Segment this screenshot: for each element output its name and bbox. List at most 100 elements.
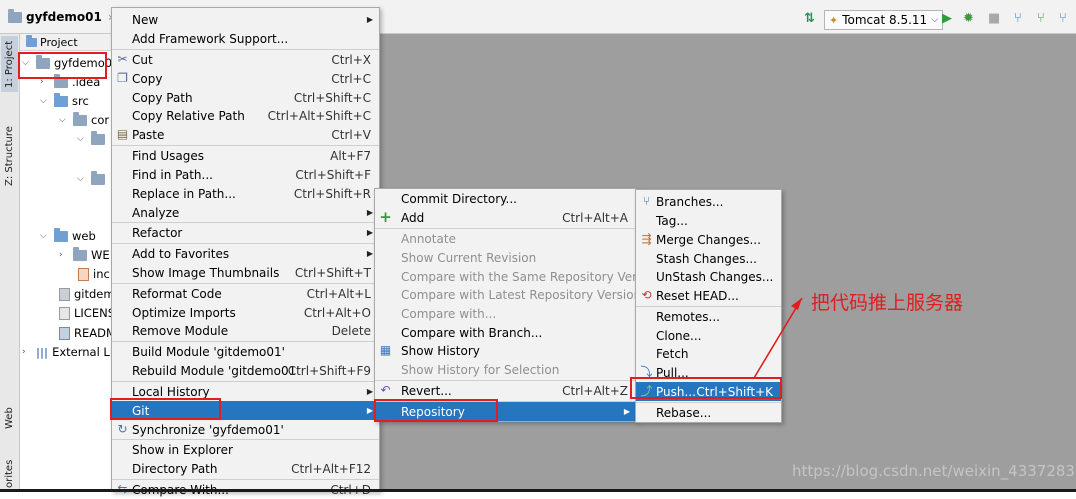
folder-icon bbox=[54, 227, 68, 242]
revert-icon: ↶ bbox=[380, 383, 391, 397]
menu-item-paste[interactable]: ▤ Paste Ctrl+V bbox=[112, 125, 379, 144]
menu-item-tag[interactable]: Tag... bbox=[636, 211, 781, 230]
menu-item-show-image-thumbnails[interactable]: Show Image Thumbnails Ctrl+Shift+T bbox=[112, 263, 379, 282]
tab-project[interactable]: 1: Project bbox=[1, 36, 18, 92]
history-icon: ▦ bbox=[379, 343, 392, 357]
tree-label: inc bbox=[93, 267, 110, 281]
folder-icon bbox=[91, 130, 105, 145]
menu-item-annotate[interactable]: Annotate bbox=[375, 229, 636, 248]
menu-item-copy[interactable]: ❐ Copy Ctrl+C bbox=[112, 69, 379, 88]
tree-node-web-inf[interactable]: › WE bbox=[59, 246, 110, 264]
chevron-down-icon: ⌵ bbox=[931, 15, 939, 25]
menu-item-cut[interactable]: ✂ Cut Ctrl+X bbox=[112, 50, 379, 69]
tree-node-external-libraries[interactable]: › ||| External Li bbox=[22, 343, 113, 361]
copy-icon: ❐ bbox=[117, 71, 128, 85]
paste-icon: ▤ bbox=[116, 127, 129, 141]
tree-label: External Li bbox=[52, 345, 114, 359]
submenu-arrow-icon: ▶ bbox=[366, 208, 373, 217]
vcs-update-icon[interactable]: ⑂ bbox=[1014, 12, 1022, 26]
tree-label: gitdem bbox=[74, 287, 115, 301]
tree-node-web[interactable]: ⌵ web bbox=[40, 227, 96, 245]
tree-node-iml[interactable]: gitdem bbox=[59, 285, 115, 303]
menu-item-synchronize[interactable]: ↻ Synchronize 'gyfdemo01' bbox=[112, 420, 379, 439]
menu-item-show-history[interactable]: ▦ Show History bbox=[375, 341, 636, 360]
run-icon[interactable]: ▶ bbox=[942, 12, 952, 26]
git-submenu: Commit Directory... + Add Ctrl+Alt+A Annot… bbox=[374, 188, 662, 422]
chevron-down-icon: ⌵ bbox=[77, 174, 84, 184]
menu-item-find-usages[interactable]: Find Usages Alt+F7 bbox=[112, 146, 379, 165]
menu-item-reformat-code[interactable]: Reformat Code Ctrl+Alt+L bbox=[112, 284, 379, 303]
menu-item-new[interactable]: New ▶ bbox=[112, 10, 379, 29]
tree-label: LICENS bbox=[74, 306, 115, 320]
tree-label: READM bbox=[74, 326, 116, 340]
menu-item-commit-directory[interactable]: Commit Directory... bbox=[375, 189, 636, 208]
menu-item-remove-module[interactable]: Remove Module Delete bbox=[112, 321, 379, 340]
run-config-select[interactable]: ✦ Tomcat 8.5.11 ⌵ bbox=[824, 10, 944, 30]
module-file-icon bbox=[59, 287, 70, 301]
menu-item-add-framework[interactable]: Add Framework Support... bbox=[112, 29, 379, 48]
vcs-history-icon[interactable]: ⑂ bbox=[1059, 12, 1067, 26]
highlight-box-repository bbox=[374, 399, 498, 422]
markdown-file-icon bbox=[59, 326, 70, 340]
menu-item-branches[interactable]: ⑂ Branches... bbox=[636, 192, 781, 211]
menu-item-revert[interactable]: ↶ Revert... Ctrl+Alt+Z bbox=[375, 381, 636, 400]
plus-icon: + bbox=[379, 208, 392, 226]
submenu-arrow-icon: ▶ bbox=[366, 387, 373, 396]
tab-favorites[interactable]: orites bbox=[1, 455, 18, 492]
tree-label: WE bbox=[91, 248, 110, 262]
chevron-down-icon: ⌵ bbox=[40, 96, 47, 106]
menu-item-compare-latest-version[interactable]: Compare with Latest Repository Version bbox=[375, 285, 641, 304]
menu-item-rebuild-module[interactable]: Rebuild Module 'gitdemo01' Ctrl+Shift+F9 bbox=[112, 361, 379, 380]
tree-node-license[interactable]: LICENS bbox=[59, 304, 115, 322]
menu-item-copy-path[interactable]: Copy Path Ctrl+Shift+C bbox=[112, 88, 379, 107]
menu-item-show-current-revision[interactable]: Show Current Revision bbox=[375, 248, 636, 267]
breadcrumb[interactable]: gyfdemo01 › bbox=[8, 8, 113, 26]
sort-icon[interactable]: ⇅ bbox=[804, 12, 815, 26]
menu-item-stash-changes[interactable]: Stash Changes... bbox=[636, 249, 781, 268]
menu-item-merge-changes[interactable]: ⇶ Merge Changes... bbox=[636, 230, 781, 249]
menu-item-analyze[interactable]: Analyze ▶ bbox=[112, 203, 379, 222]
tree-node-index[interactable]: inc bbox=[78, 265, 110, 283]
menu-item-add[interactable]: + Add Ctrl+Alt+A bbox=[375, 208, 636, 227]
tree-node-readme[interactable]: READM bbox=[59, 324, 116, 342]
tab-web[interactable]: Web bbox=[1, 398, 18, 438]
menu-item-show-history-selection[interactable]: Show History for Selection bbox=[375, 360, 636, 379]
menu-item-compare-with-branch[interactable]: Compare with Branch... bbox=[375, 323, 636, 342]
menu-item-build-module[interactable]: Build Module 'gitdemo01' bbox=[112, 342, 379, 361]
branches-icon: ⑂ bbox=[642, 194, 651, 208]
tree-label: src bbox=[72, 94, 89, 108]
menu-item-rebase[interactable]: Rebase... bbox=[636, 403, 781, 422]
tree-node-src[interactable]: ⌵ src bbox=[40, 92, 89, 110]
menu-item-optimize-imports[interactable]: Optimize Imports Ctrl+Alt+O bbox=[112, 303, 379, 322]
menu-item-compare-with[interactable]: Compare with... bbox=[375, 304, 636, 323]
folder-icon bbox=[54, 92, 68, 107]
menu-item-compare-same-version[interactable]: Compare with the Same Repository Version bbox=[375, 267, 662, 286]
scissors-icon: ✂ bbox=[117, 52, 128, 66]
menu-item-unstash-changes[interactable]: UnStash Changes... bbox=[636, 267, 781, 286]
tree-node-subpackage[interactable]: ⌵ bbox=[77, 130, 109, 148]
chevron-right-icon: › bbox=[59, 250, 63, 260]
merge-icon: ⇶ bbox=[641, 232, 652, 246]
vcs-commit-icon[interactable]: ⑂ bbox=[1037, 12, 1045, 26]
project-panel-title: Project bbox=[40, 35, 78, 49]
highlight-box-git bbox=[110, 398, 221, 420]
folder-icon bbox=[8, 8, 22, 23]
menu-item-show-in-explorer[interactable]: Show in Explorer bbox=[112, 440, 379, 459]
debug-icon[interactable]: ✹ bbox=[963, 12, 974, 26]
menu-item-add-to-favorites[interactable]: Add to Favorites ▶ bbox=[112, 244, 379, 263]
tree-label: cor bbox=[91, 113, 110, 127]
tree-node-subpackage[interactable]: ⌵ bbox=[77, 170, 109, 188]
breadcrumb-project[interactable]: gyfdemo01 bbox=[26, 10, 102, 24]
run-config-label: Tomcat 8.5.11 bbox=[842, 13, 928, 27]
menu-item-directory-path[interactable]: Directory Path Ctrl+Alt+F12 bbox=[112, 459, 379, 478]
menu-item-replace-in-path[interactable]: Replace in Path... Ctrl+Shift+R bbox=[112, 184, 379, 203]
menu-item-refactor[interactable]: Refactor ▶ bbox=[112, 223, 379, 242]
tab-structure[interactable]: Z: Structure bbox=[1, 120, 18, 192]
menu-item-copy-relative-path[interactable]: Copy Relative Path Ctrl+Alt+Shift+C bbox=[112, 106, 379, 125]
tree-node-package[interactable]: ⌵ cor bbox=[59, 111, 109, 129]
menu-item-find-in-path[interactable]: Find in Path... Ctrl+Shift+F bbox=[112, 165, 379, 184]
submenu-arrow-icon: ▶ bbox=[366, 15, 373, 24]
annotation-text: 把代码推上服务器 bbox=[811, 292, 964, 314]
stop-icon[interactable]: ■ bbox=[988, 12, 1000, 26]
folder-icon bbox=[91, 170, 105, 185]
